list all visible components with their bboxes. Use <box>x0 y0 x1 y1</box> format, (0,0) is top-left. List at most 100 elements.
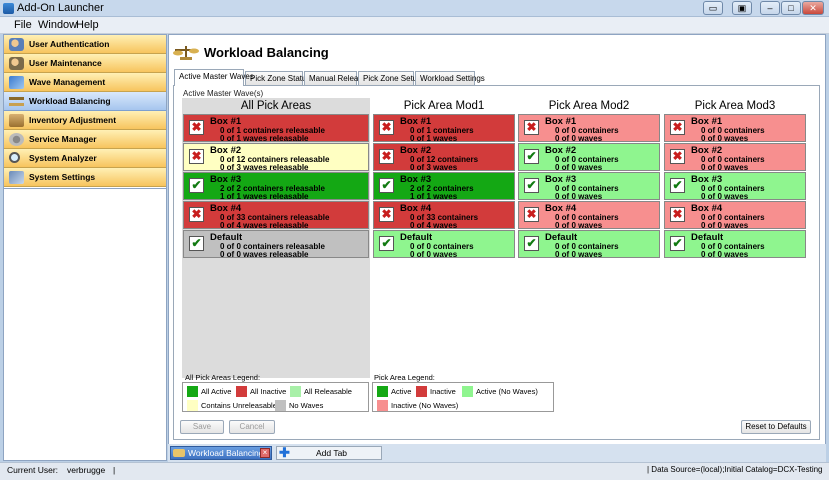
user-auth-icon <box>9 38 24 51</box>
box-card[interactable]: ✖ Box #1 0 of 1 containers releasable 0 of … <box>183 114 369 143</box>
status-separator: | <box>113 465 116 475</box>
scale-icon <box>9 97 24 106</box>
box-card[interactable]: ✖ Box #1 0 of 1 containers 0 of 1 waves <box>373 114 515 143</box>
menu-help[interactable]: Help <box>76 19 99 31</box>
sidebar-item-service-manager[interactable]: Service Manager <box>4 130 166 149</box>
legend-label: Active <box>391 387 412 396</box>
box-card[interactable]: ✖ Box #4 0 of 0 containers 0 of 0 waves <box>664 201 806 230</box>
user-maintenance-icon <box>9 57 24 70</box>
box-waves-text: 0 of 4 waves releasable <box>220 221 309 230</box>
box-card[interactable]: ✖ Box #4 0 of 0 containers 0 of 0 waves <box>518 201 660 230</box>
column-title-mod2: Pick Area Mod2 <box>548 100 630 112</box>
close-icon[interactable]: ✕ <box>802 1 824 15</box>
box-waves-text: 0 of 1 waves releasable <box>220 134 309 143</box>
box-card[interactable]: ✔ Default 0 of 0 containers 0 of 0 waves <box>664 230 806 259</box>
tab-active-master-waves[interactable]: Active Master Waves <box>174 69 254 86</box>
box-waves-text: 1 of 1 waves releasable <box>220 192 309 201</box>
tab-workload-settings[interactable]: Workload Settings <box>415 71 485 85</box>
sidebar-item-label: Inventory Adjustment <box>29 115 117 125</box>
box-card[interactable]: ✖ Box #2 0 of 12 containers 0 of 3 waves <box>373 143 515 172</box>
checkmark-icon: ✔ <box>379 178 394 193</box>
window-title: Add-On Launcher <box>17 2 104 14</box>
box-card[interactable]: ✖ Box #4 0 of 33 containers 0 of 4 waves <box>373 201 515 230</box>
checkmark-icon: ✔ <box>189 178 204 193</box>
sidebar-item-user-maintenance[interactable]: User Maintenance <box>4 54 166 73</box>
legend-label: Contains Unreleasable <box>201 401 277 410</box>
sidebar-empty-area <box>4 188 166 460</box>
legend-label: Inactive <box>430 387 456 396</box>
legend-label: All Active <box>201 387 232 396</box>
legend-swatch <box>290 386 301 397</box>
inventory-icon <box>9 114 24 127</box>
box-card[interactable]: ✔ Box #3 0 of 0 containers 0 of 0 waves <box>518 172 660 201</box>
column-title-all-pick-areas: All Pick Areas <box>240 100 312 112</box>
box-card[interactable]: ✖ Box #4 0 of 33 containers releasable 0 of… <box>183 201 369 230</box>
sidebar-item-system-analyzer[interactable]: System Analyzer <box>4 149 166 168</box>
document-tab-workload-balancing[interactable]: Workload Balancing <box>170 446 272 460</box>
box-waves-text: 0 of 0 waves <box>701 221 749 230</box>
current-user-value: verbrugge <box>67 465 106 475</box>
checkmark-icon: ✔ <box>524 236 539 251</box>
box-card[interactable]: ✔ Default 0 of 0 containers 0 of 0 waves <box>518 230 660 259</box>
sidebar-item-system-settings[interactable]: System Settings <box>4 168 166 187</box>
legend-pick-title: Pick Area Legend: <box>374 373 435 382</box>
sidebar-item-label: User Maintenance <box>29 58 102 68</box>
data-source-label: | Data Source=(local);Initial Catalog=DC… <box>647 465 823 474</box>
box-card[interactable]: ✔ Box #3 0 of 0 containers 0 of 0 waves <box>664 172 806 201</box>
x-mark-icon: ✖ <box>379 149 394 164</box>
box-waves-text: 0 of 4 waves <box>410 221 458 230</box>
box-card[interactable]: ✔ Box #3 2 of 2 containers 1 of 1 waves <box>373 172 515 201</box>
sidebar-item-label: Service Manager <box>29 134 97 144</box>
box-waves-text: 0 of 0 waves <box>410 250 458 259</box>
box-card[interactable]: ✔ Box #3 2 of 2 containers releasable 1 of … <box>183 172 369 201</box>
maximize-icon[interactable]: □ <box>781 1 801 15</box>
wave-management-icon <box>9 76 24 89</box>
x-mark-icon: ✖ <box>189 120 204 135</box>
column-title-mod3: Pick Area Mod3 <box>694 100 776 112</box>
plus-icon: ✚ <box>279 445 290 460</box>
box-card[interactable]: ✖ Box #2 0 of 0 containers 0 of 0 waves <box>664 143 806 172</box>
x-mark-icon: ✖ <box>670 207 685 222</box>
box-waves-text: 0 of 0 waves <box>701 192 749 201</box>
minimize-icon[interactable]: – <box>760 1 780 15</box>
box-waves-text: 0 of 0 waves <box>555 163 603 172</box>
box-waves-text: 0 of 0 waves <box>555 221 603 230</box>
x-mark-icon: ✖ <box>379 120 394 135</box>
x-mark-icon: ✖ <box>189 149 204 164</box>
cancel-button[interactable]: Cancel <box>229 420 275 434</box>
menu-window[interactable]: Window <box>38 19 77 31</box>
menu-file[interactable]: File <box>14 19 32 31</box>
tab-manual-release[interactable]: Manual Release <box>304 71 367 85</box>
legend-all: All Active All Inactive All Releasable C… <box>182 382 369 412</box>
sidebar-item-inventory-adjustment[interactable]: Inventory Adjustment <box>4 111 166 130</box>
tab-pick-zone-setup[interactable]: Pick Zone Setup <box>358 71 422 85</box>
box-card[interactable]: ✖ Box #2 0 of 12 containers releasable 0 of… <box>183 143 369 172</box>
sidebar-item-wave-management[interactable]: Wave Management <box>4 73 166 92</box>
x-mark-icon: ✖ <box>189 207 204 222</box>
checkmark-icon: ✔ <box>524 178 539 193</box>
restore-all-icon[interactable]: ▭ <box>703 1 723 15</box>
box-waves-text: 0 of 0 waves <box>701 250 749 259</box>
close-tab-icon[interactable]: × <box>260 448 270 458</box>
sidebar-item-user-authentication[interactable]: User Authentication <box>4 35 166 54</box>
box-card[interactable]: ✔ Box #2 0 of 0 containers 0 of 0 waves <box>518 143 660 172</box>
box-card[interactable]: ✔ Default 0 of 0 containers releasable 0 of… <box>183 230 369 259</box>
legend-label: No Waves <box>289 401 324 410</box>
box-waves-text: 1 of 1 waves <box>410 192 458 201</box>
legend-swatch <box>416 386 427 397</box>
save-button[interactable]: Save <box>180 420 224 434</box>
checkmark-icon: ✔ <box>189 236 204 251</box>
box-card[interactable]: ✔ Default 0 of 0 containers 0 of 0 waves <box>373 230 515 259</box>
box-waves-text: 0 of 0 waves <box>701 163 749 172</box>
box-card[interactable]: ✖ Box #1 0 of 0 containers 0 of 0 waves <box>518 114 660 143</box>
box-card[interactable]: ✖ Box #1 0 of 0 containers 0 of 0 waves <box>664 114 806 143</box>
reset-to-defaults-button[interactable]: Reset to Defaults <box>741 420 811 434</box>
x-mark-icon: ✖ <box>379 207 394 222</box>
sidebar-item-label: Wave Management <box>29 77 106 87</box>
scale-icon <box>173 46 199 60</box>
sidebar-item-workload-balancing[interactable]: Workload Balancing <box>4 92 166 111</box>
box-waves-text: 0 of 1 waves <box>410 134 458 143</box>
sidebar-item-label: System Settings <box>29 172 96 182</box>
service-icon <box>9 133 24 146</box>
tile-icon[interactable]: ▣ <box>732 1 752 15</box>
